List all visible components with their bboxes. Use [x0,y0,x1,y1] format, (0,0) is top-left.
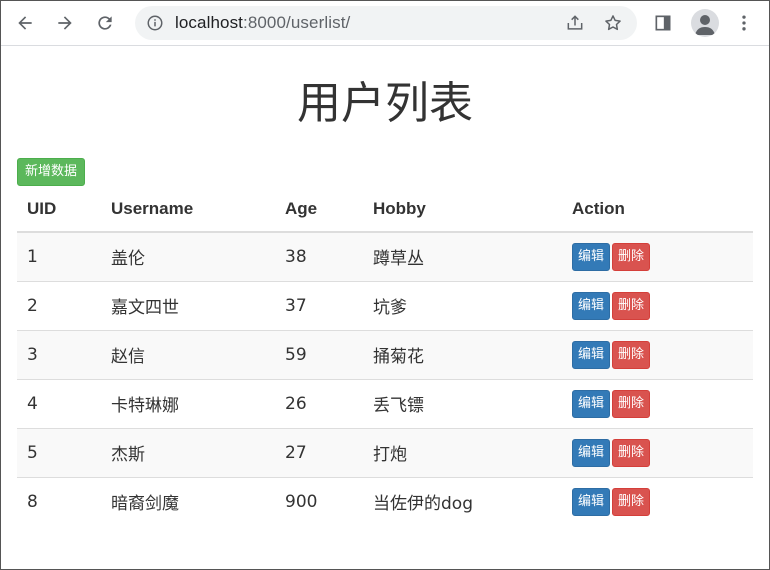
cell-action: 编辑 删除 [562,427,753,477]
browser-toolbar: localhost:8000/userlist/ [1,1,769,46]
edit-button[interactable]: 编辑 [572,487,611,516]
delete-button[interactable]: 删除 [612,389,651,418]
cell-age: 26 [275,378,363,428]
cell-username: 暗裔剑魔 [101,476,275,526]
cell-age: 27 [275,427,363,477]
profile-avatar-icon[interactable] [691,9,719,37]
cell-hobby: 蹲草丛 [363,231,562,281]
info-icon[interactable] [146,14,164,32]
cell-uid: 1 [17,231,101,281]
bookmark-star-icon[interactable] [603,13,623,33]
cell-username: 赵信 [101,329,275,379]
edit-button[interactable]: 编辑 [572,389,611,418]
edit-button[interactable]: 编辑 [572,438,611,467]
cell-hobby: 捅菊花 [363,329,562,379]
table-row: 8 暗裔剑魔 900 当佐伊的dog 编辑 删除 [17,476,753,526]
cell-uid: 5 [17,427,101,477]
edit-button[interactable]: 编辑 [572,291,611,320]
cell-hobby: 当佐伊的dog [363,476,562,526]
cell-action: 编辑 删除 [562,329,753,379]
header-hobby: Hobby [363,187,562,233]
share-icon[interactable] [565,13,585,33]
cell-age: 59 [275,329,363,379]
cell-uid: 8 [17,476,101,526]
cell-age: 37 [275,280,363,330]
cell-action: 编辑 删除 [562,231,753,281]
menu-kebab-icon[interactable] [730,9,758,37]
delete-button[interactable]: 删除 [612,487,651,516]
cell-uid: 4 [17,378,101,428]
table-row: 2 嘉文四世 37 坑爹 编辑 删除 [17,280,753,330]
delete-button[interactable]: 删除 [612,438,651,467]
cell-hobby: 打炮 [363,427,562,477]
header-action: Action [562,187,753,233]
address-bar[interactable]: localhost:8000/userlist/ [135,6,637,40]
header-uid: UID [17,187,101,233]
add-data-button[interactable]: 新增数据 [17,158,86,186]
forward-arrow-icon[interactable] [51,9,79,37]
cell-age: 38 [275,231,363,281]
cell-uid: 3 [17,329,101,379]
cell-action: 编辑 删除 [562,476,753,526]
table-row: 5 杰斯 27 打炮 编辑 删除 [17,427,753,477]
side-panel-icon[interactable] [649,9,677,37]
delete-button[interactable]: 删除 [612,242,651,271]
url-text[interactable]: localhost:8000/userlist/ [175,13,350,33]
cell-action: 编辑 删除 [562,280,753,330]
header-age: Age [275,187,363,233]
table-row: 4 卡特琳娜 26 丢飞镖 编辑 删除 [17,378,753,428]
cell-hobby: 丢飞镖 [363,378,562,428]
cell-uid: 2 [17,280,101,330]
cell-username: 盖伦 [101,231,275,281]
edit-button[interactable]: 编辑 [572,242,611,271]
edit-button[interactable]: 编辑 [572,340,611,369]
delete-button[interactable]: 删除 [612,291,651,320]
user-table: UID Username Age Hobby Action 1 盖伦 38 蹲草… [17,187,753,526]
delete-button[interactable]: 删除 [612,340,651,369]
cell-username: 嘉文四世 [101,280,275,330]
cell-action: 编辑 删除 [562,378,753,428]
cell-username: 杰斯 [101,427,275,477]
url-host: localhost [175,13,243,32]
table-header-row: UID Username Age Hobby Action [17,187,753,233]
cell-age: 900 [275,476,363,526]
table-row: 3 赵信 59 捅菊花 编辑 删除 [17,329,753,379]
page-title: 用户列表 [297,78,473,129]
reload-icon[interactable] [91,9,119,37]
url-path: :8000/userlist/ [243,13,351,32]
cell-hobby: 坑爹 [363,280,562,330]
header-username: Username [101,187,275,233]
table-row: 1 盖伦 38 蹲草丛 编辑 删除 [17,231,753,281]
back-arrow-icon[interactable] [11,9,39,37]
cell-username: 卡特琳娜 [101,378,275,428]
